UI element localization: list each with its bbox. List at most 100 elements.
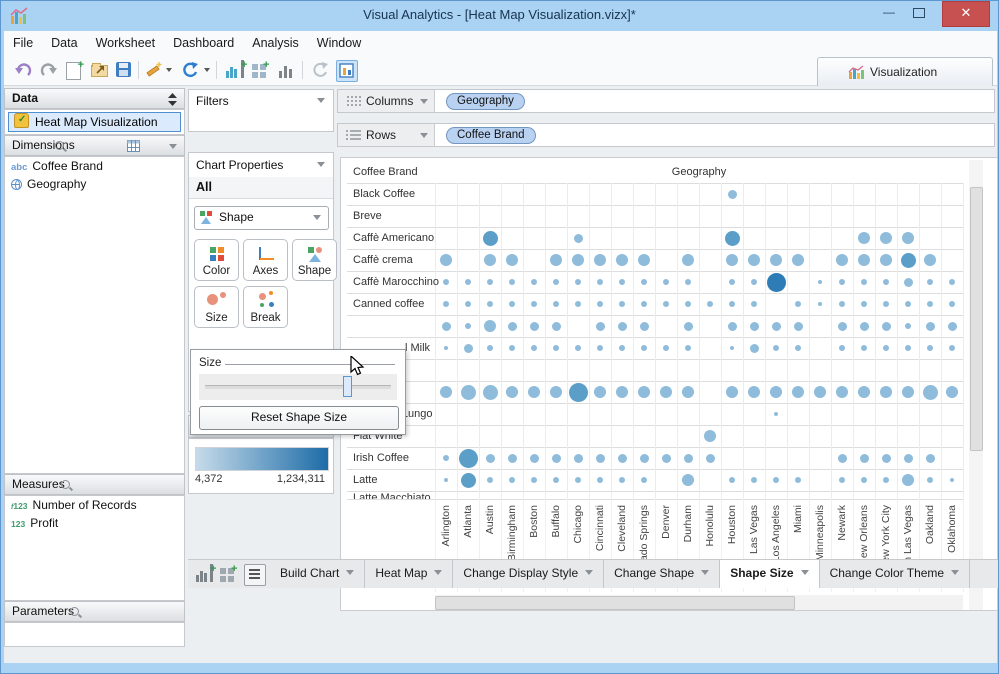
data-bubble[interactable] [573, 453, 583, 463]
data-bubble[interactable] [837, 321, 847, 331]
data-bubble[interactable] [531, 279, 537, 285]
data-bubble[interactable] [770, 254, 782, 266]
dimension-item[interactable]: abc Coffee Brand [5, 157, 184, 175]
data-bubble[interactable] [771, 321, 781, 331]
data-bubble[interactable] [774, 412, 778, 416]
data-bubble[interactable] [660, 386, 672, 398]
data-bubble[interactable] [619, 477, 625, 483]
worksheet-tab-change-display-style[interactable]: Change Display Style [453, 560, 605, 588]
undo-icon[interactable] [14, 60, 34, 80]
data-bubble[interactable] [858, 386, 870, 398]
data-bubble[interactable] [638, 254, 650, 266]
data-bubble[interactable] [795, 345, 801, 351]
data-bubble[interactable] [837, 453, 847, 463]
data-bubble[interactable] [460, 472, 476, 488]
open-icon[interactable] [90, 60, 110, 80]
data-bubble[interactable] [749, 321, 759, 331]
data-bubble[interactable] [727, 321, 737, 331]
data-bubble[interactable] [663, 301, 669, 307]
menu-data[interactable]: Data [42, 31, 86, 50]
data-bubble[interactable] [903, 277, 913, 287]
data-bubble[interactable] [880, 232, 892, 244]
vertical-scrollbar[interactable] [969, 160, 983, 610]
data-bubble[interactable] [443, 301, 449, 307]
menu-dashboard[interactable]: Dashboard [164, 31, 243, 50]
row-label[interactable]: Caffè crema [353, 254, 413, 267]
tab-dropdown-icon[interactable] [800, 570, 809, 575]
add-chart-icon[interactable]: + [224, 60, 247, 80]
color-button[interactable]: Color [194, 239, 239, 281]
parameters-search-icon[interactable] [69, 606, 81, 618]
data-bubble[interactable] [795, 477, 801, 483]
refresh-dropdown-icon[interactable] [204, 68, 210, 72]
data-bubble[interactable] [553, 301, 559, 307]
data-bubble[interactable] [509, 345, 515, 351]
tab-dropdown-icon[interactable] [951, 570, 960, 575]
parameters-header[interactable]: Parameters [4, 601, 185, 622]
data-bubble[interactable] [902, 474, 914, 486]
data-bubble[interactable] [839, 279, 845, 285]
data-bubble[interactable] [682, 386, 694, 398]
menu-worksheet[interactable]: Worksheet [87, 31, 165, 50]
data-bubble[interactable] [922, 384, 938, 400]
redo-icon[interactable] [38, 60, 58, 80]
data-bubble[interactable] [465, 279, 471, 285]
data-bubble[interactable] [443, 455, 449, 461]
data-bubble[interactable] [663, 279, 669, 285]
menu-file[interactable]: File [4, 31, 42, 50]
data-bubble[interactable] [529, 453, 539, 463]
data-bubble[interactable] [751, 301, 757, 307]
data-bubble[interactable] [487, 345, 493, 351]
data-bubble[interactable] [751, 279, 757, 285]
chart-properties-dropdown-icon[interactable] [317, 162, 325, 167]
break-button[interactable]: Break [243, 286, 288, 328]
close-button[interactable]: ✕ [942, 1, 990, 27]
data-bubble[interactable] [595, 453, 605, 463]
data-bubble[interactable] [858, 254, 870, 266]
minimize-button[interactable]: — [874, 1, 904, 25]
data-bubble[interactable] [905, 301, 911, 307]
data-bubble[interactable] [836, 386, 848, 398]
data-bubble[interactable] [748, 254, 760, 266]
format-wand-icon[interactable] [144, 60, 164, 80]
size-slider-thumb[interactable] [343, 376, 352, 397]
data-bubble[interactable] [925, 453, 935, 463]
data-bubble[interactable] [748, 386, 760, 398]
data-bubble[interactable] [595, 321, 605, 331]
shape-select[interactable]: Shape [194, 206, 329, 230]
data-bubble[interactable] [551, 453, 561, 463]
data-bubble[interactable] [639, 453, 649, 463]
data-bubble[interactable] [465, 301, 471, 307]
data-bubble[interactable] [482, 230, 498, 246]
row-label[interactable]: Black Coffee [353, 188, 415, 201]
dimension-item[interactable]: Geography [5, 175, 184, 193]
data-bubble[interactable] [638, 386, 650, 398]
data-bubble[interactable] [814, 386, 826, 398]
data-bubble[interactable] [839, 345, 845, 351]
data-bubble[interactable] [795, 301, 801, 307]
data-bubble[interactable] [881, 453, 891, 463]
data-bubble[interactable] [482, 384, 498, 400]
data-bubble[interactable] [902, 386, 914, 398]
new-worksheet-icon[interactable]: + [64, 60, 84, 80]
data-bubble[interactable] [682, 254, 694, 266]
size-slider-track[interactable] [205, 385, 391, 389]
data-bubble[interactable] [861, 301, 867, 307]
data-bubble[interactable] [751, 477, 757, 483]
data-bubble[interactable] [727, 189, 737, 199]
data-bubble[interactable] [861, 279, 867, 285]
data-bubble[interactable] [773, 477, 779, 483]
row-label[interactable]: Canned coffee [353, 298, 424, 311]
data-bubble[interactable] [594, 254, 606, 266]
shape-button[interactable]: Shape [292, 239, 337, 281]
data-bubble[interactable] [616, 254, 628, 266]
data-bubble[interactable] [818, 280, 822, 284]
data-bubble[interactable] [619, 345, 625, 351]
data-bubble[interactable] [726, 386, 738, 398]
data-bubble[interactable] [881, 321, 891, 331]
menu-window[interactable]: Window [308, 31, 370, 50]
save-icon[interactable] [114, 60, 134, 80]
size-slider[interactable] [199, 374, 397, 400]
data-bubble[interactable] [927, 477, 933, 483]
data-bubble[interactable] [597, 345, 603, 351]
